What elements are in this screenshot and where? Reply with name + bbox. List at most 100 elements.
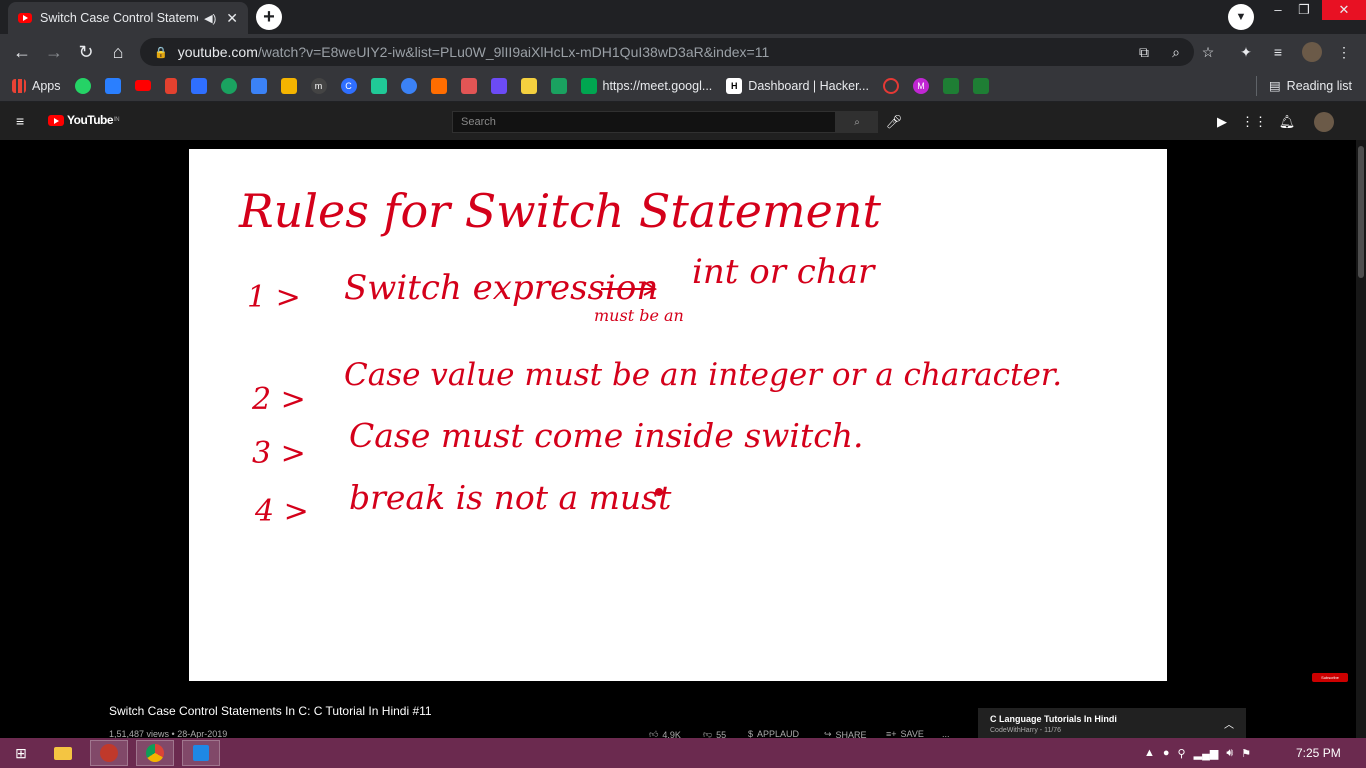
bookmark-13[interactable] — [430, 77, 447, 94]
di-icon — [520, 77, 537, 94]
action-flag-icon[interactable]: ⚑ — [1241, 747, 1251, 760]
url-host: youtube.com — [177, 44, 258, 60]
bookmark-2[interactable] — [104, 77, 121, 94]
bookmark-10[interactable]: C — [340, 77, 357, 94]
bookmark-8[interactable] — [280, 77, 297, 94]
youtube-favicon-icon — [18, 13, 32, 23]
region-code: IN — [114, 117, 120, 123]
lock-icon[interactable]: 🔒 — [154, 46, 168, 59]
bookmark-hackerrank[interactable]: H Dashboard | Hacker... — [726, 77, 869, 94]
bolt-icon — [490, 77, 507, 94]
reading-list-icon: ▤ — [1268, 79, 1281, 93]
chevron-up-icon[interactable]: ︿ — [1224, 716, 1234, 731]
bookmark-9[interactable]: m — [310, 77, 327, 94]
bookmark-whatsapp[interactable] — [74, 77, 91, 94]
open-in-app-icon[interactable]: ⧉ — [1134, 42, 1154, 62]
create-video-icon[interactable]: ▶︎ — [1212, 112, 1232, 132]
taskbar-file-explorer[interactable] — [44, 740, 82, 766]
bookmark-hackerrank-label: Dashboard | Hacker... — [748, 78, 869, 93]
bookmark-16[interactable] — [520, 77, 537, 94]
udemy-icon — [164, 77, 177, 94]
wifi-icon[interactable]: ▂▄▆ — [1194, 747, 1219, 760]
tray-network-icon[interactable]: ⚲ — [1178, 747, 1186, 760]
volume-icon[interactable]: 🔊︎ — [1226, 747, 1233, 760]
youtube-logo-text: YouTube — [67, 113, 114, 127]
bookmark-5[interactable] — [190, 77, 207, 94]
classroom-icon — [280, 77, 297, 94]
reading-list-button[interactable]: ▤ Reading list — [1268, 78, 1352, 94]
taskbar-chrome[interactable] — [136, 740, 174, 766]
system-tray: ▲ ● ⚲ ▂▄▆ 🔊︎ ⚑ — [1144, 738, 1251, 768]
bookmark-4[interactable] — [164, 77, 177, 94]
zoom-icon[interactable]: ⌕ — [1166, 42, 1186, 62]
bookmark-7[interactable] — [250, 77, 267, 94]
playlist-panel[interactable]: C Language Tutorials In Hindi CodeWithHa… — [978, 708, 1246, 740]
new-tab-button[interactable]: + — [256, 4, 282, 30]
bookmark-15[interactable] — [490, 77, 507, 94]
n-icon — [370, 77, 387, 94]
meet-icon — [580, 77, 597, 94]
box-icon — [460, 77, 477, 94]
bookmark-17[interactable] — [550, 77, 567, 94]
taskbar-clock[interactable]: 7:25 PM — [1296, 746, 1341, 760]
forward-icon[interactable]: → — [42, 40, 66, 64]
bookmark-20[interactable] — [942, 77, 959, 94]
scrollbar-thumb[interactable] — [1358, 146, 1364, 278]
playlist-title: C Language Tutorials In Hindi — [990, 714, 1117, 724]
hamburger-menu-icon[interactable]: ≡ — [16, 114, 32, 128]
bookmark-apps[interactable]: Apps — [12, 78, 61, 93]
close-window-button[interactable]: ✕ — [1322, 0, 1366, 20]
bookmark-18[interactable] — [882, 77, 899, 94]
bookmark-12[interactable] — [400, 77, 417, 94]
bookmark-youtube[interactable] — [134, 80, 151, 91]
close-tab-icon[interactable]: ✕ — [226, 10, 238, 27]
tab-search-icon[interactable]: ▼ — [1228, 4, 1254, 30]
tab-title: Switch Case Control Statements In C: C T… — [40, 11, 198, 25]
home-icon[interactable]: ⌂ — [106, 40, 130, 64]
back-icon[interactable]: ← — [10, 40, 34, 64]
browser-tab[interactable]: Switch Case Control Statements In C: C T… — [8, 2, 248, 34]
chrome-icon — [146, 744, 164, 762]
green-bolt-icon — [942, 77, 959, 94]
subscribe-watermark[interactable]: Subscribe — [1312, 673, 1348, 682]
video-player[interactable]: Rules for Switch Statement 1 > Switch ex… — [189, 149, 1167, 681]
profile-avatar[interactable] — [1302, 42, 1322, 62]
reload-icon[interactable]: ↻ — [74, 40, 98, 64]
flag-icon — [550, 77, 567, 94]
bookmark-6[interactable] — [220, 77, 237, 94]
chrome-menu-icon[interactable]: ⋮ — [1334, 42, 1354, 62]
rule-2-number: 2 > — [251, 382, 306, 417]
search-input[interactable] — [452, 111, 836, 133]
rule-1-result: int or char — [692, 252, 876, 292]
e-icon — [882, 77, 899, 94]
extensions-icon[interactable]: ✦ — [1236, 42, 1256, 62]
taskbar-vscode[interactable] — [182, 740, 220, 766]
youtube-logo[interactable]: YouTube IN — [48, 113, 120, 127]
bookmark-11[interactable] — [370, 77, 387, 94]
taskbar-app-1[interactable] — [90, 740, 128, 766]
tray-app-icon[interactable]: ● — [1163, 747, 1170, 759]
windows-start-icon[interactable]: ⊞ — [2, 740, 40, 766]
bookmark-21[interactable] — [972, 77, 989, 94]
search-button[interactable]: ⌕ — [836, 111, 878, 133]
apps-grid-icon — [12, 78, 26, 93]
bookmark-14[interactable] — [460, 77, 477, 94]
notifications-icon[interactable]: 🔔︎ — [1277, 112, 1297, 132]
restore-button[interactable]: ❐ — [1282, 0, 1326, 20]
green-icon — [220, 77, 237, 94]
speaker-icon[interactable]: ◀) — [204, 12, 216, 25]
address-bar[interactable]: 🔒 youtube.com/watch?v=E8weUIY2-iw&list=P… — [140, 38, 1194, 66]
rule-1-arrow-note: must be an — [594, 306, 684, 325]
bookmark-19[interactable]: M — [912, 77, 929, 94]
tray-chevron-icon[interactable]: ▲ — [1144, 747, 1155, 759]
video-title: Switch Case Control Statements In C: C T… — [109, 704, 432, 718]
rule-2-text: Case value must be an integer or a chara… — [344, 357, 1062, 393]
media-control-icon[interactable]: ≡ — [1268, 42, 1288, 62]
vscode-icon — [193, 745, 209, 761]
account-avatar[interactable] — [1314, 112, 1334, 132]
bookmark-meet[interactable]: https://meet.googl... — [580, 77, 713, 94]
bookmark-meet-label: https://meet.googl... — [602, 78, 713, 93]
apps-icon[interactable]: ⋮⋮ — [1241, 112, 1267, 132]
voice-search-icon[interactable]: 🎤︎ — [886, 112, 903, 132]
bookmark-star-icon[interactable]: ☆ — [1198, 42, 1218, 62]
